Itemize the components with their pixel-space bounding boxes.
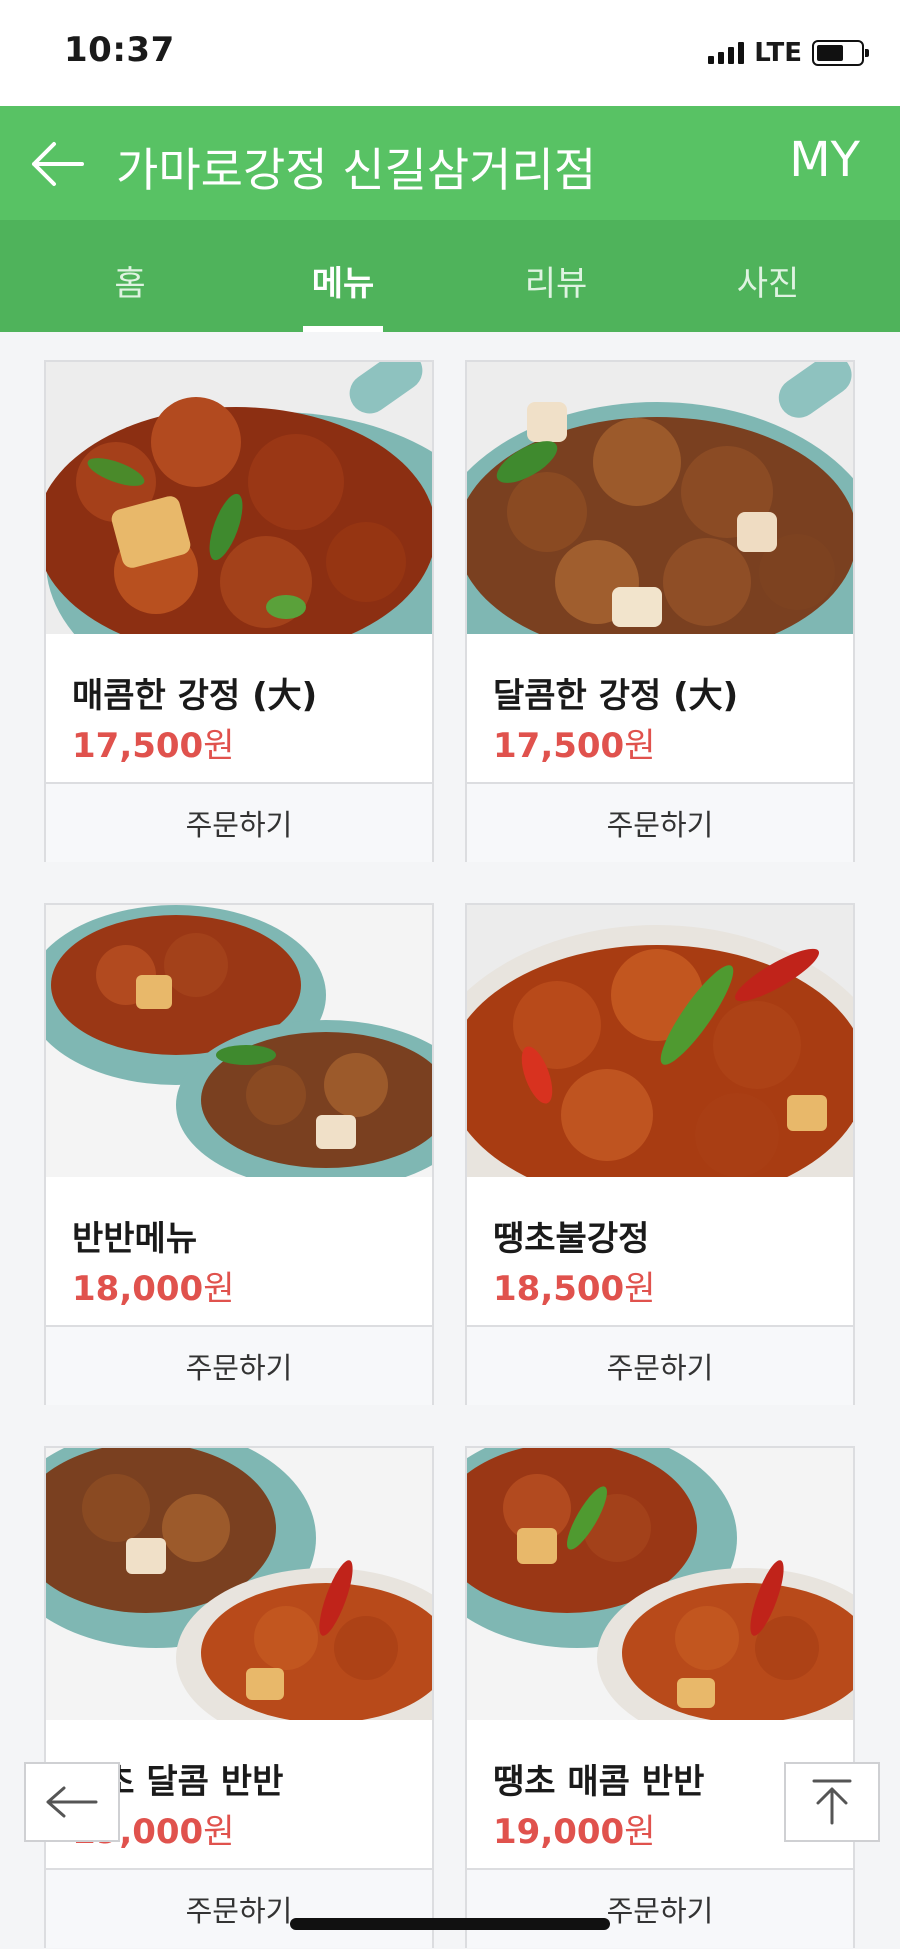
menu-price: 19,000원 [493,1812,656,1852]
status-indicators: LTE [708,38,869,68]
tab-menu[interactable]: 메뉴 [283,256,403,305]
order-button[interactable]: 주문하기 [46,1868,432,1948]
menu-info: 땡초불강정 18,500원 [467,1177,853,1325]
menu-name: 땡초불강정 [493,1219,650,1259]
my-button[interactable]: MY [789,132,860,188]
menu-name: 땡초 매콤 반반 [493,1762,705,1802]
signal-icon [708,42,745,64]
scroll-top-button[interactable] [784,1762,880,1842]
app-header: 가마로강정 신길삼거리점 MY [0,106,900,220]
tab-review[interactable]: 리뷰 [496,256,616,305]
menu-card[interactable]: 땡초 달콤 반반 19,000원 주문하기 [44,1446,434,1948]
battery-icon [812,40,869,66]
scroll-top-icon [812,1779,852,1825]
menu-item-photo [467,1448,853,1720]
order-button[interactable]: 주문하기 [46,1325,432,1405]
menu-price: 17,500원 [72,726,235,766]
menu-price: 18,000원 [72,1269,235,1309]
menu-item-photo [46,1448,432,1720]
order-button[interactable]: 주문하기 [46,782,432,862]
tab-home[interactable]: 홈 [70,256,190,305]
menu-item-photo [46,905,432,1177]
order-button[interactable]: 주문하기 [467,1325,853,1405]
tab-bar: 홈 메뉴 리뷰 사진 [0,220,900,332]
menu-card[interactable]: 땡초 매콤 반반 19,000원 주문하기 [465,1446,855,1948]
tab-photo[interactable]: 사진 [708,256,828,305]
floating-back-button[interactable] [24,1762,120,1842]
menu-card[interactable]: 땡초불강정 18,500원 주문하기 [465,903,855,1405]
tab-active-indicator [303,326,383,332]
back-arrow-icon [46,1786,98,1818]
menu-name: 반반메뉴 [72,1219,198,1259]
menu-card[interactable]: 달콤한 강정 (大) 17,500원 주문하기 [465,360,855,862]
home-indicator [290,1918,610,1930]
order-button[interactable]: 주문하기 [467,1868,853,1948]
menu-name: 매콤한 강정 (大) [72,676,318,716]
menu-price: 17,500원 [493,726,656,766]
menu-price: 18,500원 [493,1269,656,1309]
menu-info: 반반메뉴 18,000원 [46,1177,432,1325]
status-time: 10:37 [64,30,175,70]
network-label: LTE [754,38,802,68]
menu-name: 달콤한 강정 (大) [493,676,739,716]
store-title: 가마로강정 신길삼거리점 [116,143,597,197]
menu-card[interactable]: 매콤한 강정 (大) 17,500원 주문하기 [44,360,434,862]
menu-item-photo [46,362,432,634]
menu-info: 달콤한 강정 (大) 17,500원 [467,634,853,782]
back-arrow-icon[interactable] [28,134,88,194]
status-bar: 10:37 LTE [0,0,900,106]
menu-card[interactable]: 반반메뉴 18,000원 주문하기 [44,903,434,1405]
menu-info: 매콤한 강정 (大) 17,500원 [46,634,432,782]
order-button[interactable]: 주문하기 [467,782,853,862]
menu-item-photo [467,905,853,1177]
menu-item-photo [467,362,853,634]
